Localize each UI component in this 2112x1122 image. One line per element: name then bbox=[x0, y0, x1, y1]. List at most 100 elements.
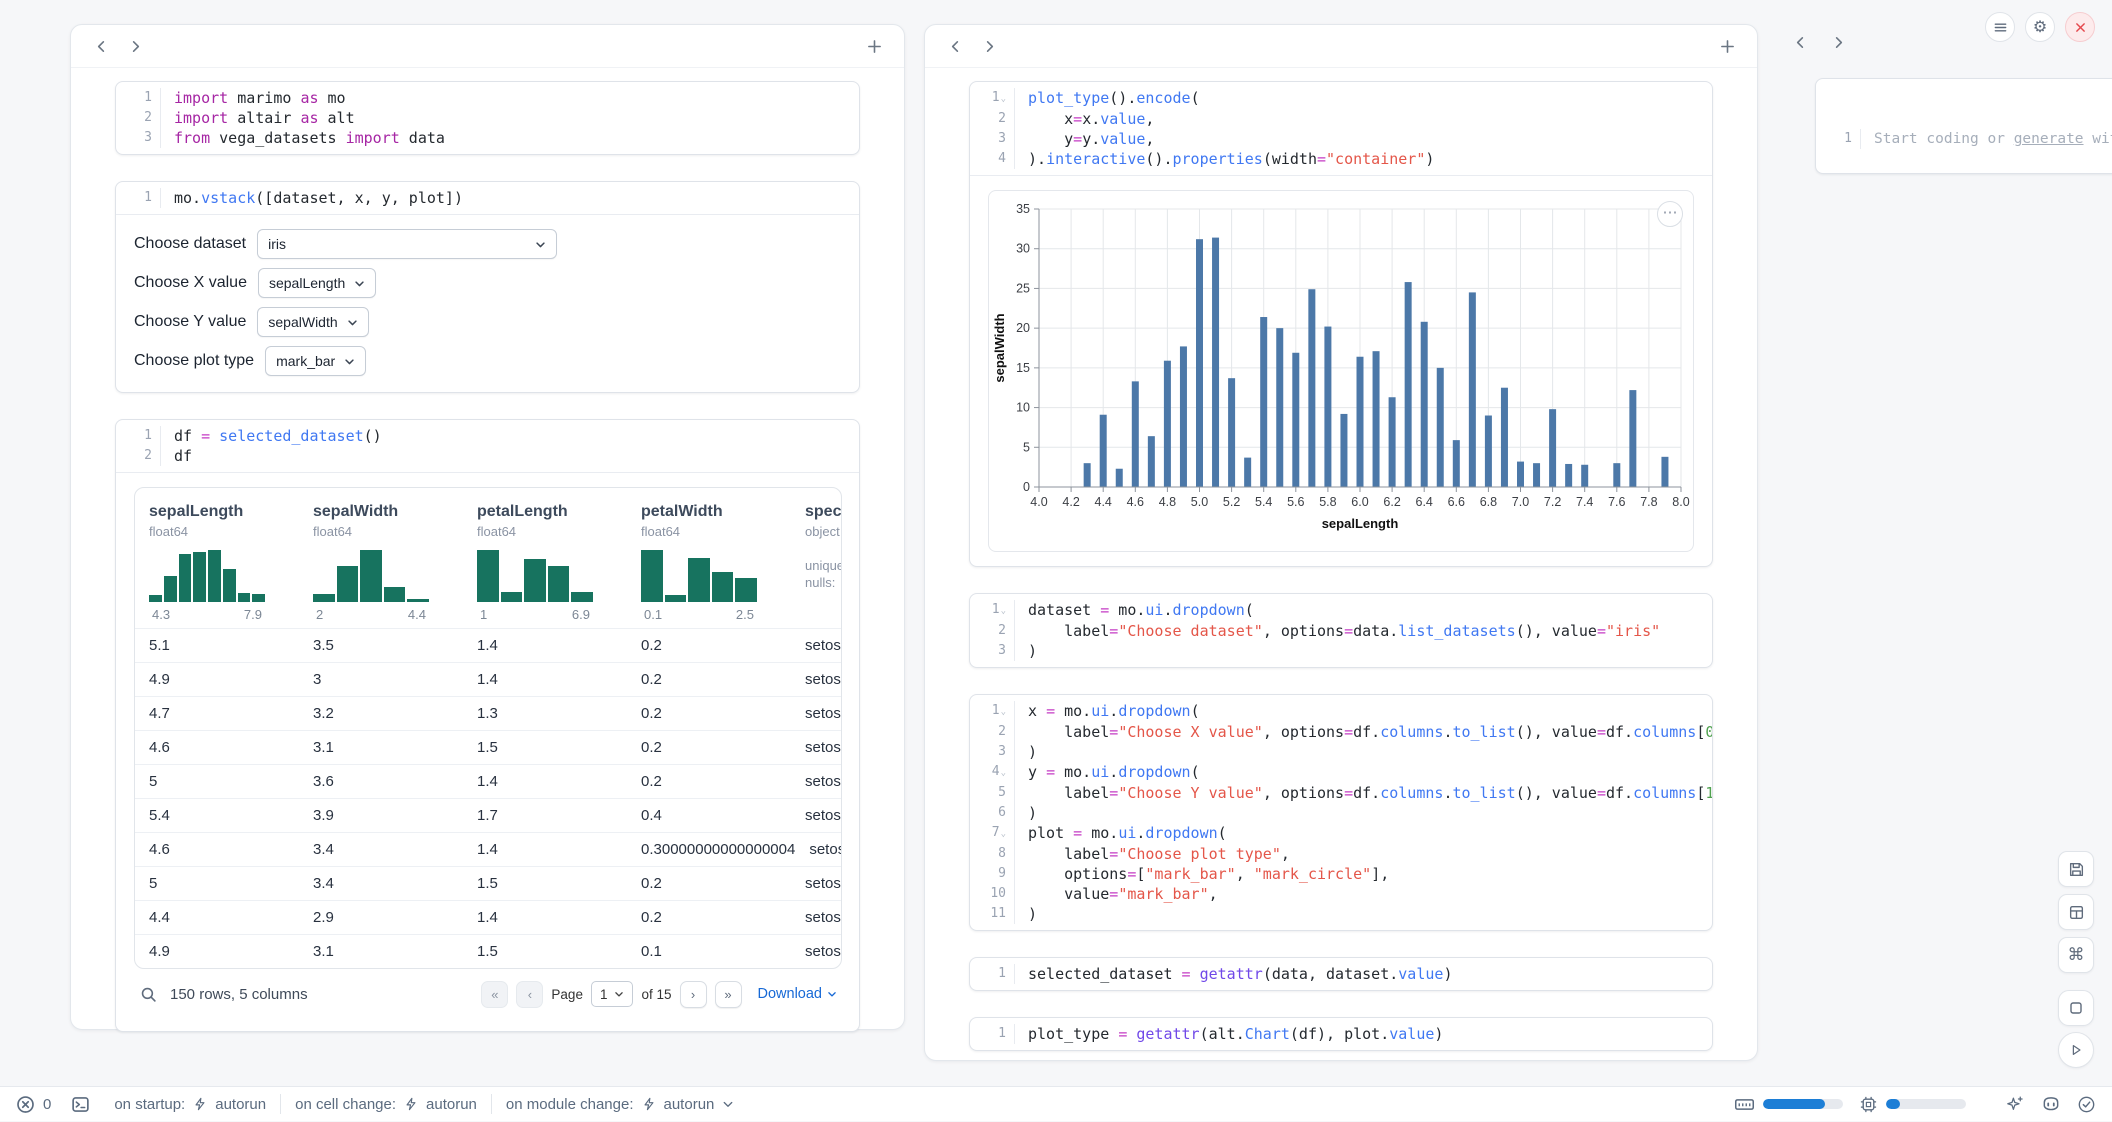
empty-code-cell[interactable]: 1 Start coding or generate with AI bbox=[1815, 78, 2112, 174]
svg-text:4.4: 4.4 bbox=[1095, 495, 1112, 509]
table-column-header[interactable]: sepalLengthfloat644.37.9 bbox=[135, 488, 299, 628]
table-row[interactable]: 4.63.11.50.2setosa bbox=[135, 730, 842, 764]
code-editor[interactable]: 1 Start coding or generate with AI bbox=[1816, 79, 2112, 174]
table-row[interactable]: 53.41.50.2setosa bbox=[135, 866, 842, 900]
y-value-select[interactable]: sepalWidth bbox=[257, 307, 368, 337]
table-row[interactable]: 5.13.51.40.2setosa bbox=[135, 628, 842, 662]
close-app-button[interactable] bbox=[2065, 12, 2095, 42]
code-editor[interactable]: 1mo.vstack([dataset, x, y, plot]) bbox=[116, 182, 859, 214]
scratchpad-button[interactable] bbox=[2058, 990, 2094, 1026]
dataset-select[interactable]: iris bbox=[257, 229, 557, 259]
copilot-status-button[interactable] bbox=[2041, 1094, 2061, 1114]
svg-text:25: 25 bbox=[1016, 281, 1030, 295]
error-count: 0 bbox=[43, 1096, 51, 1113]
table-column-header[interactable]: petalLengthfloat6416.9 bbox=[463, 488, 627, 628]
table-row[interactable]: 4.73.21.30.2setosa bbox=[135, 696, 842, 730]
page-select[interactable]: 1 bbox=[591, 981, 634, 1007]
fold-chevron-icon[interactable]: ⌄ bbox=[1001, 824, 1006, 844]
chevron-right-icon bbox=[128, 39, 143, 54]
next-page-button[interactable]: › bbox=[680, 981, 707, 1008]
connection-status-button[interactable] bbox=[2077, 1095, 2096, 1114]
on-startup-setting[interactable]: on startup: autorun bbox=[114, 1096, 266, 1113]
table-row[interactable]: 5.43.91.70.4setosa bbox=[135, 798, 842, 832]
table-row[interactable]: 53.61.40.2setosa bbox=[135, 764, 842, 798]
dropdown-label: Choose Y value bbox=[134, 313, 246, 331]
table-column-header[interactable]: sepalWidthfloat6424.4 bbox=[299, 488, 463, 628]
column-move-left-button[interactable] bbox=[941, 32, 969, 60]
bar-chart[interactable]: 051015202530354.04.24.44.64.85.05.25.45.… bbox=[991, 199, 1691, 545]
add-cell-button[interactable] bbox=[1713, 32, 1741, 60]
column-move-right-button[interactable] bbox=[975, 32, 1003, 60]
line-number: 1 bbox=[970, 1024, 1015, 1044]
dropdown-form: Choose datasetirisChoose X valuesepalLen… bbox=[134, 229, 841, 376]
code-cell-plot-type[interactable]: 1plot_type = getattr(alt.Chart(df), plot… bbox=[969, 1017, 1713, 1051]
svg-text:sepalWidth: sepalWidth bbox=[992, 313, 1007, 382]
line-number: 9 bbox=[970, 864, 1015, 884]
search-icon[interactable] bbox=[140, 986, 157, 1003]
code-cell-xy-plot-dropdowns[interactable]: 1⌄x = mo.ui.dropdown(2 label="Choose X v… bbox=[969, 694, 1713, 931]
cpu-usage[interactable] bbox=[1859, 1095, 1966, 1114]
ai-assistant-button[interactable] bbox=[2006, 1095, 2025, 1114]
table-column-header[interactable]: petalWidthfloat640.12.5 bbox=[627, 488, 791, 628]
fold-chevron-icon[interactable]: ⌄ bbox=[1001, 763, 1006, 783]
add-cell-button[interactable] bbox=[860, 32, 888, 60]
fold-chevron-icon[interactable]: ⌄ bbox=[1001, 601, 1006, 621]
code-editor[interactable]: 1import marimo as mo2import altair as al… bbox=[116, 82, 859, 154]
code-editor[interactable]: 1selected_dataset = getattr(data, datase… bbox=[970, 958, 1712, 990]
table-row[interactable]: 4.931.40.2setosa bbox=[135, 662, 842, 696]
svg-text:20: 20 bbox=[1016, 321, 1030, 335]
table-column-header[interactable]: speciesobjectuniquenulls: bbox=[791, 488, 842, 628]
svg-text:sepalLength: sepalLength bbox=[1322, 516, 1399, 531]
line-number: 1 bbox=[116, 88, 161, 108]
code-cell-vstack[interactable]: 1mo.vstack([dataset, x, y, plot]) Choose… bbox=[115, 181, 860, 393]
fold-chevron-icon[interactable]: ⌄ bbox=[1001, 702, 1006, 722]
plot-type-select[interactable]: mark_bar bbox=[265, 346, 366, 376]
code-cell-dataframe[interactable]: 1df = selected_dataset()2df sepalLengthf… bbox=[115, 419, 860, 1032]
code-cell-dataset-dropdown[interactable]: 1⌄dataset = mo.ui.dropdown(2 label="Choo… bbox=[969, 593, 1713, 668]
on-cell-change-setting[interactable]: on cell change: autorun bbox=[295, 1096, 477, 1113]
keyboard-shortcuts-button[interactable]: ⌘ bbox=[2058, 937, 2094, 973]
right-column-nav bbox=[1786, 28, 1852, 56]
code-editor[interactable]: 1⌄dataset = mo.ui.dropdown(2 label="Choo… bbox=[970, 594, 1712, 667]
save-notebook-button[interactable] bbox=[2058, 851, 2094, 887]
on-module-change-setting[interactable]: on module change: autorun bbox=[506, 1096, 734, 1113]
table-row[interactable]: 4.63.41.40.30000000000000004setosa bbox=[135, 832, 842, 866]
terminal-button[interactable] bbox=[71, 1095, 90, 1114]
settings-button[interactable]: ⚙ bbox=[2025, 12, 2055, 42]
x-value-select[interactable]: sepalLength bbox=[258, 268, 376, 298]
download-button[interactable]: Download bbox=[758, 986, 838, 1002]
prev-page-button[interactable]: ‹ bbox=[516, 981, 543, 1008]
fold-chevron-icon[interactable]: ⌄ bbox=[1001, 89, 1006, 109]
code-editor[interactable]: 1⌄plot_type().encode(2 x=x.value,3 y=y.v… bbox=[970, 82, 1712, 175]
notebook-menu-button[interactable] bbox=[1985, 12, 2015, 42]
column-move-left-button[interactable] bbox=[87, 32, 115, 60]
svg-text:7.6: 7.6 bbox=[1608, 495, 1625, 509]
code-cell-selected-dataset[interactable]: 1selected_dataset = getattr(data, datase… bbox=[969, 957, 1713, 991]
table-header-row: sepalLengthfloat644.37.9sepalWidthfloat6… bbox=[135, 488, 842, 628]
layout-toggle-button[interactable] bbox=[2058, 894, 2094, 930]
line-number: 1 bbox=[1816, 129, 1861, 149]
generate-with-ai-link[interactable]: generate bbox=[2014, 131, 2084, 147]
code-editor[interactable]: 1df = selected_dataset()2df bbox=[116, 420, 859, 472]
terminal-icon bbox=[71, 1095, 90, 1114]
chevron-left-icon bbox=[94, 39, 109, 54]
svg-text:5.2: 5.2 bbox=[1223, 495, 1240, 509]
chart-actions-button[interactable]: ⋯ bbox=[1657, 201, 1683, 227]
last-page-button[interactable]: » bbox=[715, 981, 742, 1008]
error-indicator[interactable]: 0 bbox=[16, 1095, 51, 1114]
code-cell-plot[interactable]: 1⌄plot_type().encode(2 x=x.value,3 y=y.v… bbox=[969, 81, 1713, 567]
memory-usage[interactable] bbox=[1734, 1094, 1843, 1115]
code-editor[interactable]: 1⌄x = mo.ui.dropdown(2 label="Choose X v… bbox=[970, 695, 1712, 930]
table-row[interactable]: 4.93.11.50.1setosa bbox=[135, 934, 842, 968]
run-all-button[interactable] bbox=[2058, 1032, 2094, 1068]
column-move-right-button[interactable] bbox=[121, 32, 149, 60]
svg-text:6.4: 6.4 bbox=[1416, 495, 1433, 509]
table-row[interactable]: 4.42.91.40.2setosa bbox=[135, 900, 842, 934]
column-move-left-button[interactable] bbox=[1786, 28, 1814, 56]
code-cell-imports[interactable]: 1import marimo as mo2import altair as al… bbox=[115, 81, 860, 155]
first-page-button[interactable]: « bbox=[481, 981, 508, 1008]
save-icon bbox=[2068, 861, 2085, 878]
line-number: 8 bbox=[970, 844, 1015, 864]
code-editor[interactable]: 1plot_type = getattr(alt.Chart(df), plot… bbox=[970, 1018, 1712, 1050]
column-move-right-button[interactable] bbox=[1824, 28, 1852, 56]
